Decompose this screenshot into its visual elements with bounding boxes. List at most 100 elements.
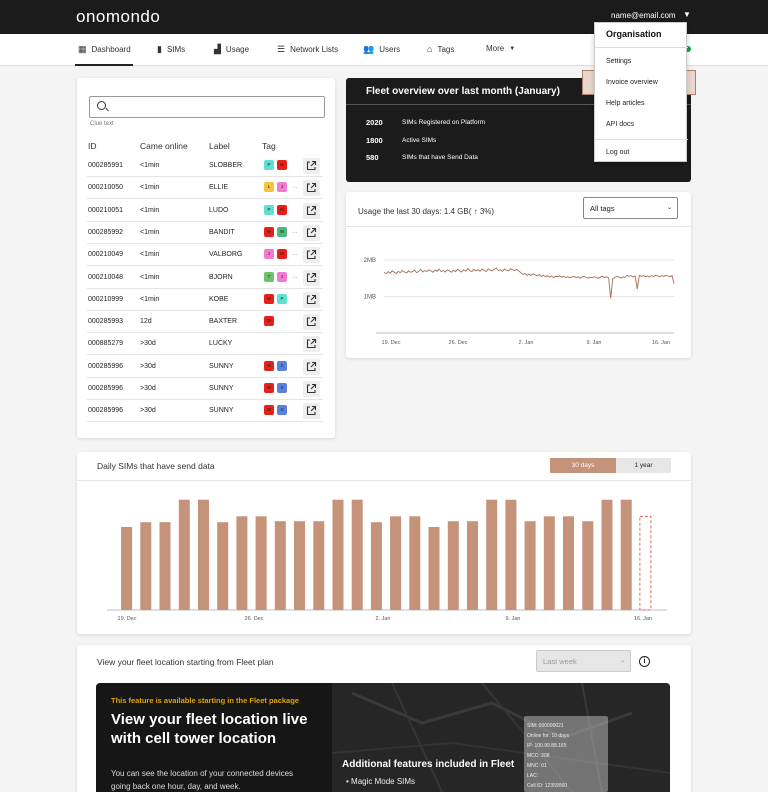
bar [524,521,536,610]
menu-item-invoice-overview[interactable]: Invoice overview [606,79,658,86]
sim-id: 000285991 [88,162,124,169]
tab-sims[interactable]: ▮ SIMs [157,44,185,55]
open-sim-button[interactable] [303,158,320,174]
bar-chart-icon: ▟ [214,44,221,54]
tag-badge[interactable]: W [264,405,274,416]
external-link-icon [306,160,317,171]
info-icon[interactable]: i [639,656,650,667]
bar [121,527,133,610]
table-row[interactable]: 000285996 >30d SUNNY W S [87,356,323,378]
table-row[interactable]: 000285992 <1min BANDIT W W... [87,222,323,244]
sim-label: VALBORG [209,251,243,259]
search-input[interactable] [89,96,325,118]
col-header-label[interactable]: Label [209,141,230,151]
tag-badge[interactable]: W [277,204,287,215]
usage-line-chart: 2MB 1MB 19. Dec 26. Dec 2. Jan 9. Jan 16. Jan [364,258,675,346]
open-sim-button[interactable] [303,291,320,308]
tag-badge[interactable]: J [264,249,274,260]
list-icon: ☰ [277,44,286,54]
tag-badge[interactable]: L [264,182,274,193]
external-link-icon [306,317,317,327]
period-select[interactable]: Last week ⌄ [536,650,631,672]
tag-badge[interactable]: W [264,383,274,393]
open-sim-button[interactable] [303,269,320,286]
tag-badge[interactable]: W [277,226,287,237]
chevron-down-icon[interactable]: ▼ [683,10,691,19]
x-tick-label: 9. Jan [587,340,602,346]
tab-usage[interactable]: ▟ Usage [214,44,249,55]
table-row[interactable]: 000285991 <1min SLOBBER P W [87,155,323,177]
table-row[interactable]: 000285996 >30d SUNNY W S [87,400,323,423]
tab-network-lists[interactable]: ☰ Network Lists [277,44,338,55]
col-header-tag[interactable]: Tag [262,141,276,151]
tag-badge[interactable]: S [277,383,287,393]
menu-item-settings[interactable]: Settings [606,58,631,65]
more-tags-indicator[interactable]: ... [290,227,300,237]
bar [274,521,286,610]
more-tags-indicator[interactable]: ... [290,272,300,282]
tag-badge[interactable]: W [264,226,274,237]
open-sim-button[interactable] [303,202,320,219]
tab-dashboard[interactable]: ▦ Dashboard [78,44,131,55]
stat-sent-data-value: 580 [366,153,379,162]
bar [332,499,344,610]
sim-id: 000285993 [88,318,124,326]
table-row[interactable]: 000885279 >30d LUCKY [87,333,323,356]
sim-label: SUNNY [209,362,234,370]
tag-badge[interactable]: P [277,293,287,304]
table-row[interactable]: 000285993 12d BAXTER W [87,311,323,334]
table-row[interactable]: 000210049 <1min VALBORG J W... [87,244,323,267]
open-sim-button[interactable] [303,180,320,197]
table-row[interactable]: 000210050 <1min ELLIE L J... [87,177,323,200]
y-tick-label: 2MB [364,258,376,264]
menu-item-log-out[interactable]: Log out [606,149,629,156]
divider [77,480,691,481]
tag-badge[interactable]: W [277,160,287,170]
bar [198,499,209,610]
open-sim-button[interactable] [303,358,320,375]
tag-badge[interactable]: P [264,204,274,215]
tag-badge[interactable]: S [277,360,287,371]
tab-more[interactable]: More ▼ [486,44,515,53]
feature-item: • Magic Mode SIMs [346,777,416,786]
sim-label: ELLIE [209,184,229,192]
tag-badge[interactable]: W [264,360,274,371]
tag-badge[interactable]: W [264,293,274,304]
user-menu-email[interactable]: name@email.com [611,11,676,20]
bar [582,521,594,610]
bar [467,521,478,610]
col-header-came-online[interactable]: Came online [140,141,188,151]
app-logo[interactable]: onomondo [76,7,160,27]
toggle-30-days[interactable]: 30 days [550,458,616,473]
tag-badge[interactable]: W [264,316,274,327]
divider [595,139,688,140]
tag-badge[interactable]: W [277,249,287,260]
came-online: 12d [140,318,152,326]
toggle-1-year[interactable]: 1 year [616,458,671,473]
open-sim-button[interactable] [303,224,320,241]
open-sim-button[interactable] [303,314,320,331]
tag-badge[interactable]: T [264,271,274,282]
more-tags-indicator[interactable]: ... [290,249,300,259]
open-sim-button[interactable] [303,403,320,420]
tab-tags[interactable]: ⌂ Tags [427,44,454,54]
menu-item-api-docs[interactable]: API docs [606,121,634,128]
open-sim-button[interactable] [303,336,320,353]
open-sim-button[interactable] [303,247,320,264]
more-tags-indicator[interactable]: ... [290,182,300,192]
col-header-id[interactable]: ID [88,141,97,151]
table-row[interactable]: 000285996 >30d SUNNY W S [87,378,323,400]
table-row[interactable]: 000210999 <1min KOBE W P [87,289,323,311]
came-online: <1min [140,251,160,259]
table-row[interactable]: 000210051 <1min LUDO P W [87,200,323,222]
tag-badge[interactable]: P [264,160,274,170]
tab-users[interactable]: 👥 Users [363,44,400,55]
features-heading: Additional features included in Fleet [342,759,515,770]
tag-badge[interactable]: J [277,182,287,193]
open-sim-button[interactable] [303,381,320,397]
tag-badge[interactable]: S [277,405,287,416]
table-row[interactable]: 000210048 <1min BJORN T J... [87,267,323,289]
menu-item-help-articles[interactable]: Help articles [606,100,645,107]
tag-badge[interactable]: J [277,271,287,282]
tag-filter-select[interactable]: All tags ⌄ [583,197,678,219]
